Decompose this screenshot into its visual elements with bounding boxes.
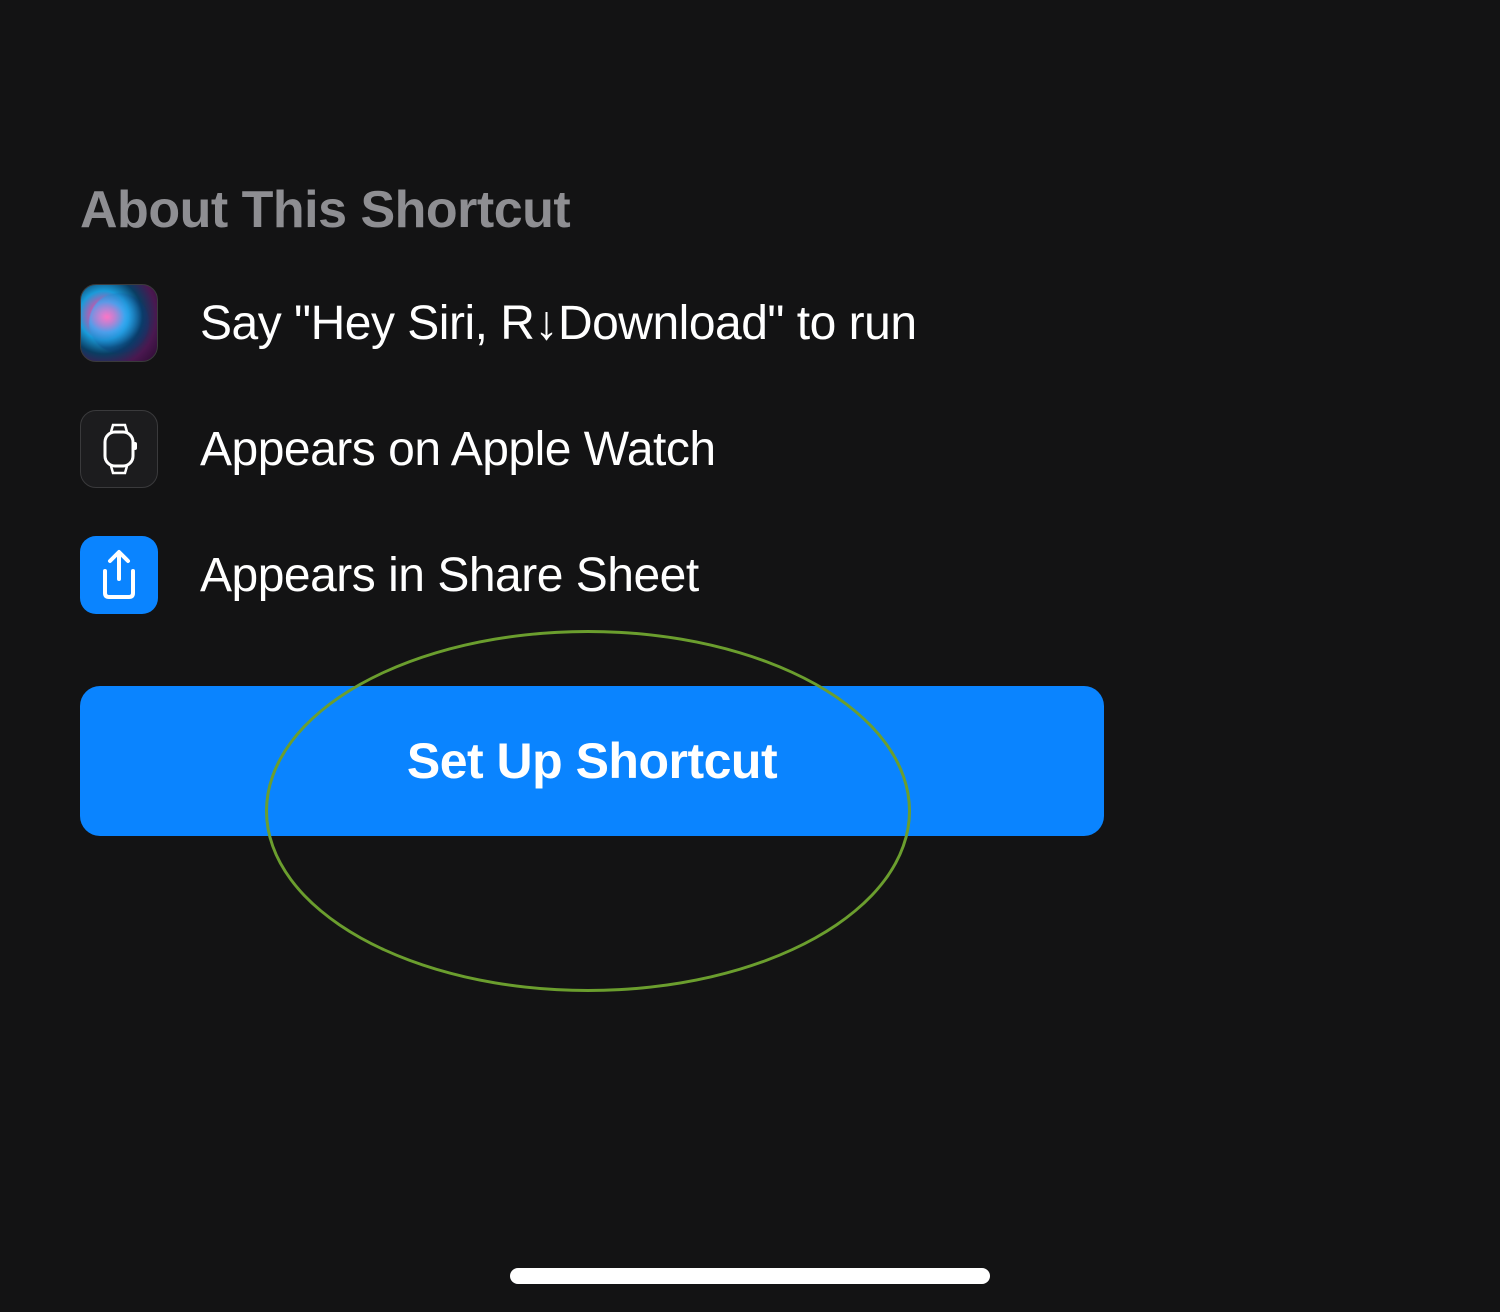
apple-watch-text: Appears on Apple Watch — [200, 422, 716, 477]
share-sheet-row: Appears in Share Sheet — [80, 536, 1420, 614]
setup-button-label: Set Up Shortcut — [407, 732, 777, 790]
setup-shortcut-button[interactable]: Set Up Shortcut — [80, 686, 1104, 836]
apple-watch-icon — [80, 410, 158, 488]
siri-activation-text: Say "Hey Siri, R↓Download" to run — [200, 296, 917, 351]
siri-icon — [80, 284, 158, 362]
share-sheet-text: Appears in Share Sheet — [200, 548, 699, 603]
about-shortcut-section: About This Shortcut Say "Hey Siri, R↓Dow… — [0, 0, 1500, 836]
section-title: About This Shortcut — [80, 180, 1420, 240]
siri-activation-row: Say "Hey Siri, R↓Download" to run — [80, 284, 1420, 362]
share-icon — [80, 536, 158, 614]
home-indicator[interactable] — [510, 1268, 990, 1284]
apple-watch-row: Appears on Apple Watch — [80, 410, 1420, 488]
